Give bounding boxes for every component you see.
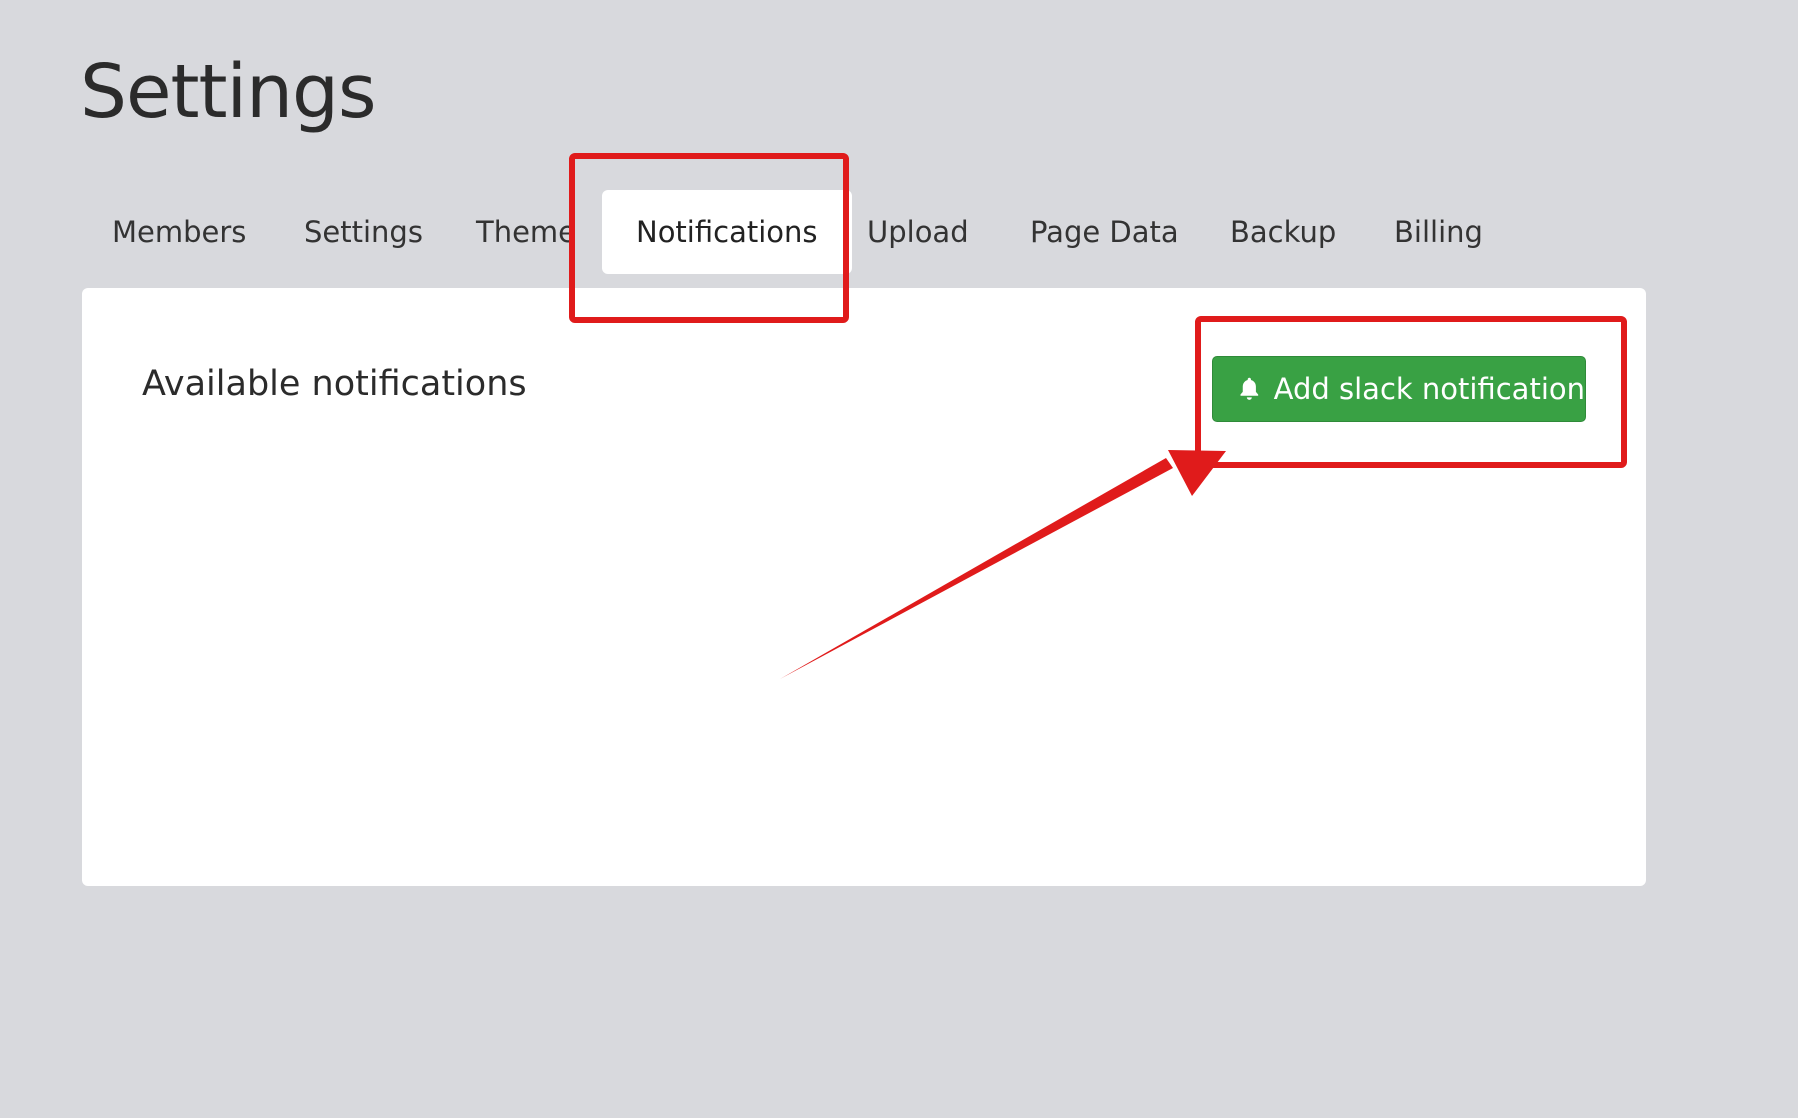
settings-tabs: Members Settings Theme Notifications Upl… [0,190,1798,276]
tab-billing[interactable]: Billing [1394,190,1483,274]
panel-title: Available notifications [142,364,527,404]
tab-theme[interactable]: Theme [476,190,576,274]
tab-settings[interactable]: Settings [304,190,423,274]
notifications-panel: Available notifications Add slack notifi… [82,288,1646,886]
tab-backup[interactable]: Backup [1230,190,1336,274]
tab-notifications[interactable]: Notifications [602,190,852,274]
page-title: Settings [80,49,377,135]
tab-page-data[interactable]: Page Data [1030,190,1179,274]
tab-members[interactable]: Members [112,190,246,274]
add-slack-notification-label: Add slack notification [1273,372,1585,406]
tab-upload[interactable]: Upload [867,190,969,274]
add-slack-notification-button[interactable]: Add slack notification [1212,356,1586,422]
bell-icon [1240,377,1259,400]
